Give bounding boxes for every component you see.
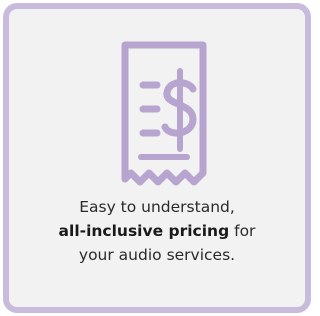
receipt-dollar-icon — [121, 41, 207, 186]
pricing-feature-card: Easy to understand, all-inclusive pricin… — [3, 3, 311, 313]
caption-line-2: all-inclusive pricing for — [9, 219, 305, 243]
caption-line-1: Easy to understand, — [79, 198, 235, 216]
feature-caption: Easy to understand, all-inclusive pricin… — [9, 195, 305, 267]
caption-line-3: your audio services. — [78, 246, 236, 264]
caption-highlight: all-inclusive pricing — [58, 222, 230, 240]
caption-line-2-rest: for — [229, 222, 256, 240]
